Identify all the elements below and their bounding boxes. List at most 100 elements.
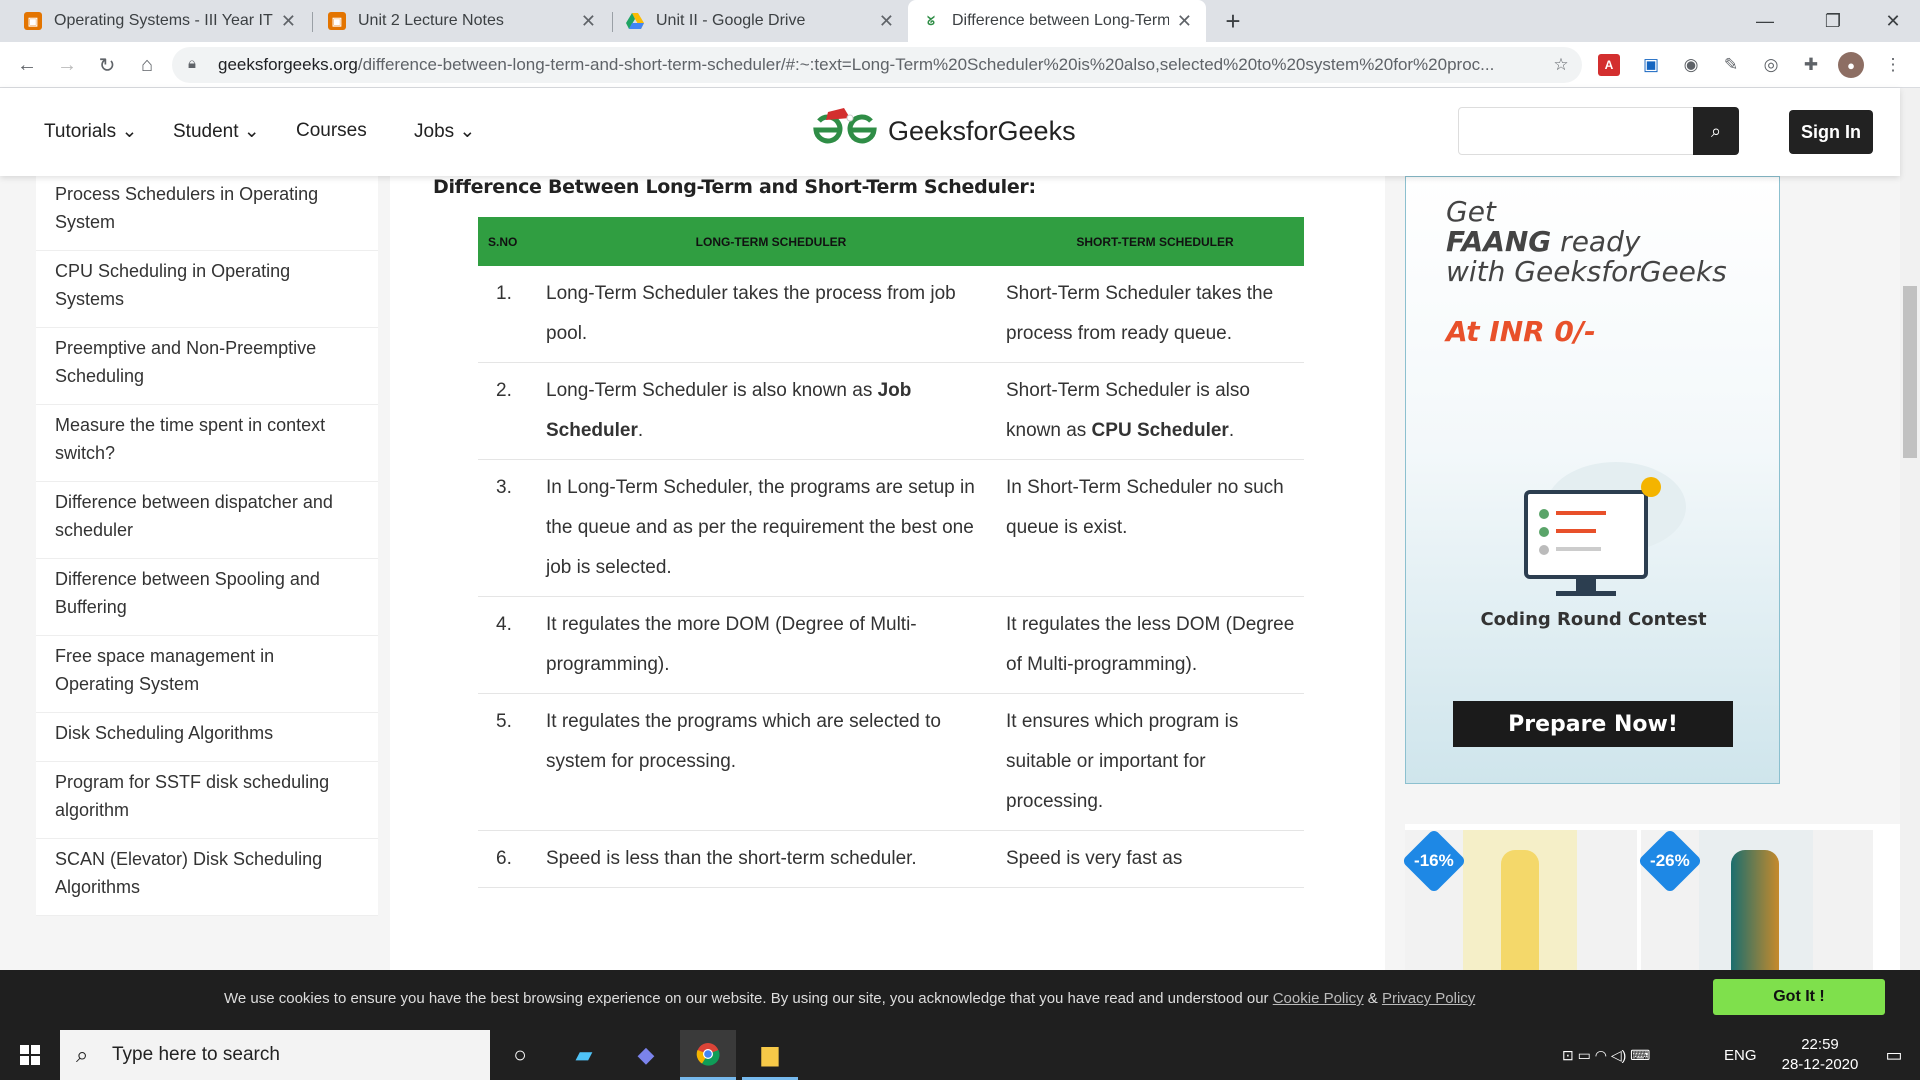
chevron-down-icon: ⌄	[121, 121, 138, 142]
page-scrollbar[interactable]	[1900, 88, 1920, 970]
clothing-ad-banner[interactable]: ⓘ ✕ -16% -26%	[1401, 824, 1900, 970]
restore-window-icon[interactable]: ❐	[1810, 0, 1856, 42]
address-bar[interactable]: 🔒︎ geeksforgeeks.org/difference-between-…	[172, 47, 1582, 83]
row-number: 5.	[478, 693, 536, 831]
lock-icon: 🔒︎	[188, 55, 196, 72]
screen-extension-icon[interactable]: ▣	[1638, 52, 1664, 78]
gfg-logo-icon	[813, 108, 877, 144]
windows-taskbar: ⌕ Type here to search ○ ▰ ◆ ▆ ⊡ ▭ ◠ ◁) ⌨…	[0, 1030, 1920, 1080]
browser-tab-gfg-active[interactable]: ᘜ Difference between Long-Term a ✕	[908, 0, 1206, 42]
browser-menu-icon[interactable]: ⋮	[1880, 52, 1906, 78]
extension-circle-icon[interactable]: ◎	[1758, 52, 1784, 78]
chevron-down-icon: ⌄	[459, 121, 476, 142]
gfg-logo[interactable]: GeeksforGeeks	[810, 108, 1076, 154]
ad-contest-label: Coding Round Contest	[1480, 609, 1707, 630]
close-tab-icon[interactable]: ✕	[1177, 11, 1192, 32]
column-header: LONG-TERM SCHEDULER	[536, 217, 1006, 266]
product-image	[1463, 830, 1577, 970]
search-button[interactable]: ⌕	[1693, 107, 1739, 155]
short-term-cell: In Short-Term Scheduler no such queue is…	[1006, 459, 1304, 597]
row-number: 4.	[478, 596, 536, 694]
product-card[interactable]: -26%	[1637, 828, 1873, 970]
computer-illustration-icon	[1524, 462, 1686, 596]
short-term-cell: It regulates the less DOM (Degree of Mul…	[1006, 596, 1304, 694]
nav-student[interactable]: Student ⌄	[173, 120, 260, 143]
sidebar-item[interactable]: Difference between dispatcher and schedu…	[36, 482, 378, 559]
nav-courses[interactable]: Courses	[296, 120, 367, 142]
product-card[interactable]: -16%	[1401, 828, 1637, 970]
pdf-extension-icon[interactable]: A	[1598, 54, 1620, 76]
file-explorer-icon[interactable]: ▆	[742, 1030, 798, 1080]
faang-ad-banner[interactable]: Get FAANG ready with GeeksforGeeks At IN…	[1405, 176, 1780, 784]
minimize-window-icon[interactable]: —	[1742, 0, 1788, 42]
close-tab-icon[interactable]: ✕	[581, 11, 596, 32]
long-term-cell: Speed is less than the short-term schedu…	[536, 830, 1006, 888]
sidebar-item[interactable]: Measure the time spent in context switch…	[36, 405, 378, 482]
table-row: 3. In Long-Term Scheduler, the programs …	[478, 459, 1304, 597]
sidebar-item[interactable]: Program for SSTF disk scheduling algorit…	[36, 762, 378, 839]
left-sidebar: Process Schedulers in Operating System C…	[0, 176, 390, 970]
sidebar-item[interactable]: Process Schedulers in Operating System	[36, 176, 378, 251]
task-view-icon[interactable]: ○	[492, 1030, 548, 1080]
privacy-policy-link[interactable]: Privacy Policy	[1382, 990, 1475, 1007]
cookie-policy-link[interactable]: Cookie Policy	[1273, 990, 1364, 1007]
extensions-puzzle-icon[interactable]: ✚	[1798, 52, 1824, 78]
nav-jobs[interactable]: Jobs ⌄	[414, 120, 475, 143]
cookie-accept-button[interactable]: Got It !	[1713, 979, 1885, 1015]
browser-tab-lecture-notes[interactable]: ▣ Unit 2 Lecture Notes ✕	[314, 0, 610, 42]
row-number: 2.	[478, 362, 536, 460]
table-row: 2. Long-Term Scheduler is also known as …	[478, 362, 1304, 460]
home-icon[interactable]: ⌂	[132, 50, 162, 80]
section-heading: Difference Between Long-Term and Short-T…	[433, 176, 1036, 198]
chrome-icon[interactable]	[680, 1030, 736, 1080]
tray-icons[interactable]: ⊡ ▭ ◠ ◁) ⌨	[1562, 1030, 1650, 1080]
classroom-icon: ▣	[328, 12, 346, 30]
sidebar-item[interactable]: Disk Scheduling Algorithms	[36, 713, 378, 762]
browser-tab-os[interactable]: ▣ Operating Systems - III Year IT (B ✕	[10, 0, 310, 42]
camera-icon[interactable]: ◉	[1678, 52, 1704, 78]
taskbar-search-box[interactable]: ⌕ Type here to search	[60, 1030, 490, 1080]
article-content: Difference Between Long-Term and Short-T…	[390, 176, 1385, 970]
eyedropper-icon[interactable]: ✎	[1718, 52, 1744, 78]
sidebar-item[interactable]: SCAN (Elevator) Disk Scheduling Algorith…	[36, 839, 378, 916]
sidebar-item[interactable]: Difference between Spooling and Bufferin…	[36, 559, 378, 636]
close-window-icon[interactable]: ✕	[1870, 0, 1916, 42]
site-search-input[interactable]	[1458, 107, 1694, 155]
table-row: 1. Long-Term Scheduler takes the process…	[478, 266, 1304, 363]
clock[interactable]: 22:59 28-12-2020	[1780, 1030, 1860, 1080]
bookmark-star-icon[interactable]: ☆	[1548, 52, 1574, 78]
table-row: 5. It regulates the programs which are s…	[478, 693, 1304, 831]
long-term-cell: Long-Term Scheduler takes the process fr…	[536, 266, 1006, 363]
comparison-table: S.NO LONG-TERM SCHEDULER SHORT-TERM SCHE…	[478, 217, 1304, 888]
sign-in-button[interactable]: Sign In	[1789, 110, 1873, 154]
new-tab-button[interactable]: +	[1210, 0, 1256, 42]
sidebar-item[interactable]: CPU Scheduling in Operating Systems	[36, 251, 378, 328]
prepare-now-button[interactable]: Prepare Now!	[1453, 701, 1733, 747]
sidebar-item[interactable]: Preemptive and Non-Preemptive Scheduling	[36, 328, 378, 405]
classroom-icon: ▣	[24, 12, 42, 30]
back-arrow-icon[interactable]: ←	[12, 50, 42, 80]
forward-arrow-icon[interactable]: →	[52, 50, 82, 80]
windows-start-icon[interactable]	[2, 1030, 58, 1080]
nav-tutorials[interactable]: Tutorials ⌄	[44, 120, 137, 143]
column-header: SHORT-TERM SCHEDULER	[1006, 217, 1304, 266]
language-indicator[interactable]: ENG	[1724, 1030, 1757, 1080]
short-term-cell: Short-Term Scheduler is also known as CP…	[1006, 362, 1304, 460]
notification-icon[interactable]: ▭	[1866, 1030, 1920, 1080]
google-drive-icon	[626, 12, 644, 30]
reload-icon[interactable]: ↻	[92, 50, 122, 80]
short-term-cell: Speed is very fast as	[1006, 830, 1304, 888]
browser-tab-drive[interactable]: Unit II - Google Drive ✕	[612, 0, 908, 42]
close-tab-icon[interactable]: ✕	[281, 11, 296, 32]
close-tab-icon[interactable]: ✕	[879, 11, 894, 32]
short-term-cell: It ensures which program is suitable or …	[1006, 693, 1304, 831]
scrollbar-thumb[interactable]	[1903, 286, 1917, 458]
search-icon: ⌕	[1710, 120, 1722, 141]
long-term-cell: It regulates the more DOM (Degree of Mul…	[536, 596, 1006, 694]
file-share-app-icon[interactable]: ▰	[556, 1030, 612, 1080]
long-term-cell: In Long-Term Scheduler, the programs are…	[536, 459, 1006, 597]
teams-icon[interactable]: ◆	[618, 1030, 674, 1080]
profile-avatar[interactable]: ●	[1838, 52, 1864, 78]
search-icon: ⌕	[76, 1042, 89, 1067]
sidebar-item[interactable]: Free space management in Operating Syste…	[36, 636, 378, 713]
